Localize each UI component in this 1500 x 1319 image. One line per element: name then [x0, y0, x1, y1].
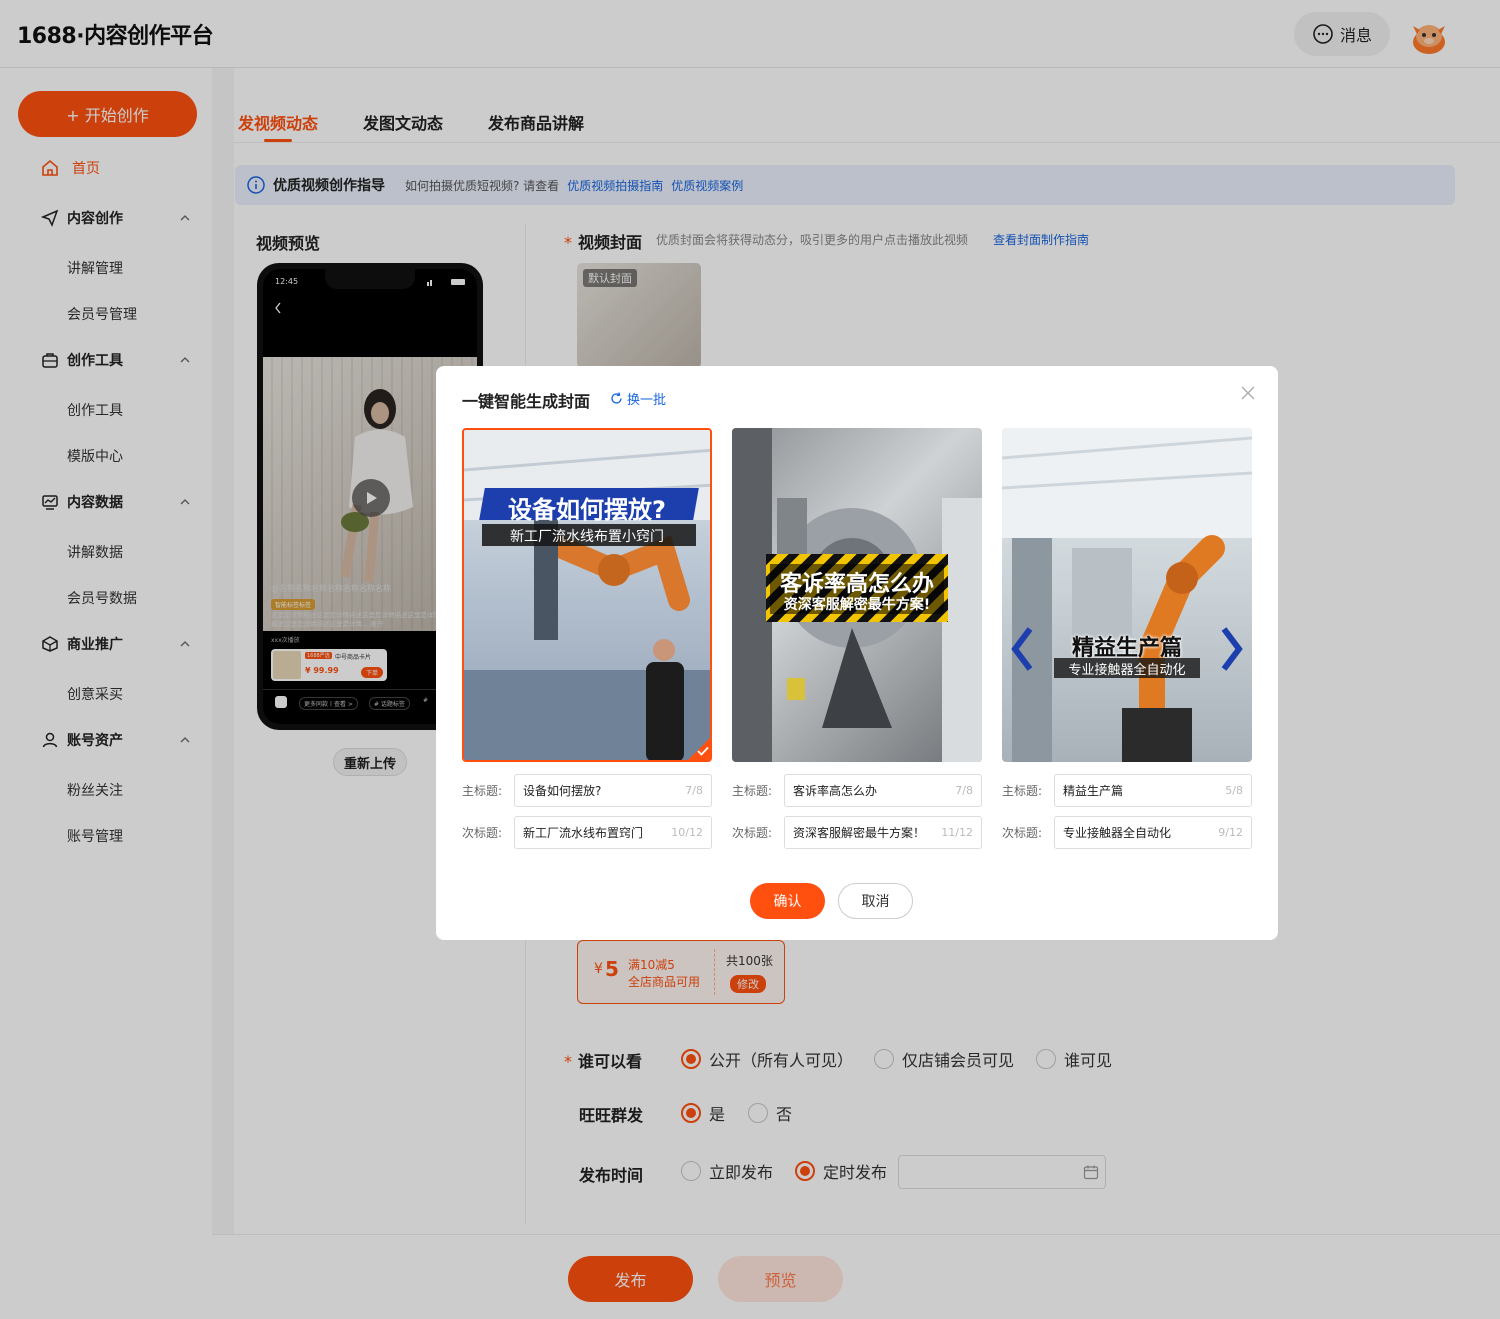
close-icon[interactable]	[1241, 386, 1255, 400]
cover-3-main-title-field: 主标题: 精益生产篇 5/8	[1002, 774, 1252, 807]
cover-1-caption-main: 设备如何摆放?	[508, 496, 666, 524]
cover-1-main-title-input[interactable]: 设备如何摆放? 7/8	[514, 774, 712, 807]
cover-2-sub-title-field: 次标题: 资深客服解密最牛方案！ 11/12	[732, 816, 982, 849]
char-count: 5/8	[1225, 784, 1243, 797]
char-count: 7/8	[685, 784, 703, 797]
confirm-button[interactable]: 确认	[750, 883, 825, 919]
cover-option-1[interactable]: 设备如何摆放? 新工厂流水线布置小窍门	[462, 428, 712, 762]
cover-2-caption-sub: 资深客服解密最牛方案!	[783, 597, 931, 613]
cancel-button[interactable]: 取消	[838, 883, 913, 919]
factory-robot-image	[464, 430, 710, 760]
refresh-batch-button[interactable]: 换一批	[610, 389, 666, 408]
char-count: 10/12	[671, 826, 703, 839]
robot-arm-image	[1002, 428, 1252, 762]
char-count: 9/12	[1218, 826, 1243, 839]
smart-cover-modal: 一键智能生成封面 换一批 设备如何摆放? 新工厂流水线布置小窍门 客诉率高怎么办…	[436, 366, 1278, 940]
cover-3-main-title-input[interactable]: 精益生产篇 5/8	[1054, 774, 1252, 807]
modal-title: 一键智能生成封面	[462, 392, 591, 411]
cover-2-main-title-field: 主标题: 客诉率高怎么办 7/8	[732, 774, 982, 807]
refresh-icon	[611, 392, 622, 404]
cover-1-main-title-field: 主标题: 设备如何摆放? 7/8	[462, 774, 712, 807]
check-icon	[697, 746, 709, 756]
cover-2-sub-title-input[interactable]: 资深客服解密最牛方案！ 11/12	[784, 816, 982, 849]
cover-1-sub-title-field: 次标题: 新工厂流水线布置窍门 10/12	[462, 816, 712, 849]
cover-3-caption-sub: 专业接触器全自动化	[1068, 663, 1186, 678]
char-count: 7/8	[955, 784, 973, 797]
cover-3-sub-title-field: 次标题: 专业接触器全自动化 9/12	[1002, 816, 1252, 849]
cover-option-2[interactable]: 客诉率高怎么办 资深客服解密最牛方案!	[732, 428, 982, 762]
cover-option-3[interactable]: 精益生产篇 专业接触器全自动化	[1002, 428, 1252, 762]
cover-1-sub-title-input[interactable]: 新工厂流水线布置窍门 10/12	[514, 816, 712, 849]
cover-1-caption-sub: 新工厂流水线布置小窍门	[510, 529, 664, 545]
char-count: 11/12	[941, 826, 973, 839]
cover-2-main-title-input[interactable]: 客诉率高怎么办 7/8	[784, 774, 982, 807]
cover-3-sub-title-input[interactable]: 专业接触器全自动化 9/12	[1054, 816, 1252, 849]
